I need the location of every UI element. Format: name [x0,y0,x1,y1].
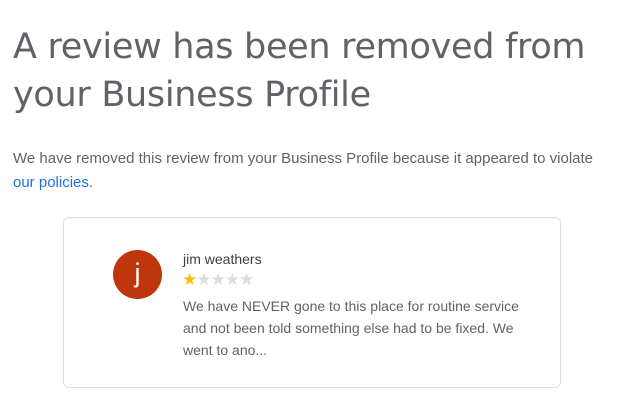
policies-link[interactable]: our policies [13,174,89,191]
star-icon: ★ [196,270,211,289]
reviewer-name: jim weathers [183,251,262,267]
review-card: j jim weathers ★★★★★ We have NEVER gone … [63,217,561,388]
removal-notice-end: . [88,174,94,191]
page-title: A review has been removed from your Busi… [13,27,586,115]
star-rating: ★★★★★ [182,270,254,290]
removal-notice: We have removed this review from your Bu… [13,147,603,195]
star-icon: ★ [239,270,254,289]
star-icon: ★ [224,270,240,289]
star-icon: ★ [182,270,197,289]
removal-notice-text: We have removed this review from your Bu… [13,150,594,167]
avatar: j [113,250,162,299]
review-text: We have NEVER gone to this place for rou… [183,298,519,358]
star-icon: ★ [210,270,226,289]
